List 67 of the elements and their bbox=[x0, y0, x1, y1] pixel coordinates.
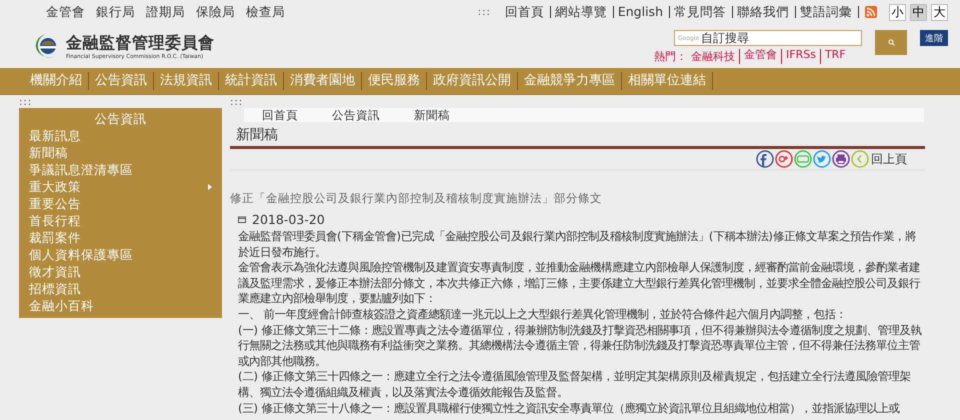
agency-link[interactable]: 保險局 bbox=[196, 4, 235, 20]
nav-item[interactable]: 機關介紹 bbox=[24, 72, 89, 90]
accesskey-mark[interactable]: ::: bbox=[230, 97, 915, 108]
search-icon bbox=[888, 39, 894, 46]
accesskey-mark[interactable]: ::: bbox=[19, 97, 212, 108]
logo-title: 金融監督管理委員會 bbox=[66, 32, 214, 54]
article-date: 2018-03-20 bbox=[252, 212, 325, 227]
article-paragraph: (三) 修正條文第三十八條之一：應設置具職權行使獨立性之資訊安全專責單位（應獨立於資訊單位且組織地位相當），並指派協理以上或 bbox=[238, 400, 901, 416]
googleplus-share-icon[interactable] bbox=[775, 150, 793, 168]
agency-link[interactable]: 檢查局 bbox=[246, 4, 285, 20]
utility-link[interactable]: 聯絡我們 bbox=[733, 6, 796, 18]
utility-link[interactable]: 回首頁 bbox=[500, 6, 551, 18]
sidebar-item[interactable]: 最新訊息 bbox=[19, 127, 222, 144]
search-placeholder: 自訂搜尋 bbox=[701, 30, 750, 46]
advanced-search-button[interactable]: 進階 bbox=[920, 30, 948, 46]
article-paragraph: (一) 修正條文第三十二條：應設置專責之法令遵循單位，得兼辦防制洗錢及打擊資恐相關事項，但不得兼辦與法令遵循制度之規劃、管理及執行無關之法務或其他與職務有利益衝突之業務。其總機構法令遵循主管，得兼任防制洗錢及打擊資恐專責單位主管，但不得兼任法務單位主管或內部其他職務。 bbox=[238, 322, 923, 370]
breadcrumb-link[interactable]: 新聞稿 bbox=[396, 108, 466, 122]
sidebar-item[interactable]: 徵才資訊 bbox=[19, 263, 222, 280]
sidebar-item[interactable]: 重大政策 bbox=[19, 178, 222, 195]
sidebar-item[interactable]: 重要公告 bbox=[19, 195, 222, 212]
nav-item[interactable]: 便民服務 bbox=[362, 72, 427, 90]
sidebar-item[interactable]: 金融小百科 bbox=[19, 297, 222, 314]
utility-link[interactable]: 網站導覽 bbox=[550, 6, 614, 18]
submenu-arrow-icon bbox=[208, 184, 212, 190]
hot-link[interactable]: 金管會 bbox=[739, 49, 777, 64]
article-title: 修正「金融控股公司及銀行業內部控制及稽核制度實施辦法」部分條文 bbox=[230, 191, 603, 206]
nav-item[interactable]: 公告資訊 bbox=[89, 72, 154, 90]
sidebar-item[interactable]: 爭議訊息澄清專區 bbox=[19, 161, 222, 178]
nav-item[interactable]: 法規資訊 bbox=[154, 72, 219, 90]
article-paragraph: (二) 修正條文第三十四條之一：應建立全行之法令遵循風險管理及監督架構，並明定其架構原則及權責規定，包括建立全行法遵風險管理架構、獨立法令遵循組織及權責，以及落實法令遵循效能報告及監督。 bbox=[238, 369, 912, 401]
nav-item[interactable]: 金融競爭力專區 bbox=[518, 72, 622, 90]
hot-link[interactable]: TRF bbox=[820, 49, 846, 64]
article-paragraph: 金管會表示為強化法遵與風險控管機制及建置資安專責制度，並推動金融機構應建立內部檢舉人保護制度，經審酌當前金融環境，參酌業者建議及監理需求，爰修正本辦法部分條文，本次共修正六條，增訂三條，主要係建立大型銀行差異化管理機制，並要求全體金融控股公司及銀行業應建立內部檢舉制度，要點臚列如下： bbox=[238, 260, 922, 307]
sidebar-item[interactable]: 個人資料保護專區 bbox=[19, 246, 222, 263]
page-title: 新聞稿 bbox=[230, 122, 925, 149]
article-paragraph: 金融監督管理委員會(下稱金管會)已完成「金融控股公司及銀行業內部控制及稽核制度實施辦法」(下稱本辦法)修正條文草案之預告作業，將於近日發布施行。 bbox=[238, 229, 917, 260]
line-share-icon[interactable] bbox=[794, 150, 812, 168]
rss-icon[interactable] bbox=[865, 6, 877, 18]
utility-link[interactable]: 雙語詞彙 bbox=[796, 6, 859, 18]
font-size-button[interactable]: 中 bbox=[910, 4, 927, 20]
utility-link[interactable]: 常見問答 bbox=[670, 6, 733, 18]
font-size-button[interactable]: 大 bbox=[931, 4, 948, 20]
print-icon[interactable] bbox=[832, 150, 850, 168]
facebook-share-icon[interactable] bbox=[756, 150, 774, 168]
agency-link[interactable]: 證期局 bbox=[146, 4, 185, 20]
sidebar-title: 公告資訊 bbox=[94, 110, 148, 127]
font-size-button[interactable]: 小 bbox=[889, 4, 906, 20]
article-paragraph: 一、 前一年度經會計師查核簽證之資產總額達一兆元以上之大型銀行差異化管理機制，並於符合條件起六個月內調整，包括： bbox=[238, 306, 848, 323]
nav-item[interactable]: 政府資訊公開 bbox=[427, 72, 518, 90]
breadcrumb-link[interactable]: 回首頁 bbox=[244, 108, 314, 122]
sidebar-item[interactable]: 招標資訊 bbox=[19, 280, 222, 297]
utility-link[interactable]: English bbox=[614, 6, 670, 18]
nav-item[interactable]: 消費者園地 bbox=[284, 72, 362, 90]
hot-label: 熱門： bbox=[654, 49, 687, 64]
agency-link[interactable]: 金管會 bbox=[46, 4, 85, 20]
nav-item[interactable]: 相關單位連結 bbox=[622, 72, 713, 90]
accesskey-mark[interactable]: ::: bbox=[478, 6, 491, 18]
sidebar-item[interactable]: 首長行程 bbox=[19, 212, 222, 229]
hot-link[interactable]: 金融科技 bbox=[691, 49, 735, 64]
agency-link[interactable]: 銀行局 bbox=[96, 4, 135, 20]
nav-item[interactable]: 統計資訊 bbox=[219, 72, 284, 90]
breadcrumb-link[interactable]: 公告資訊 bbox=[314, 108, 396, 122]
hot-link[interactable]: IFRSs bbox=[781, 49, 816, 64]
back-link[interactable]: 回上頁 bbox=[871, 150, 907, 168]
calendar-icon bbox=[238, 216, 246, 223]
sidebar-item[interactable]: 新聞稿 bbox=[19, 144, 222, 161]
sidebar-item[interactable]: 裁罰案件 bbox=[19, 229, 222, 246]
